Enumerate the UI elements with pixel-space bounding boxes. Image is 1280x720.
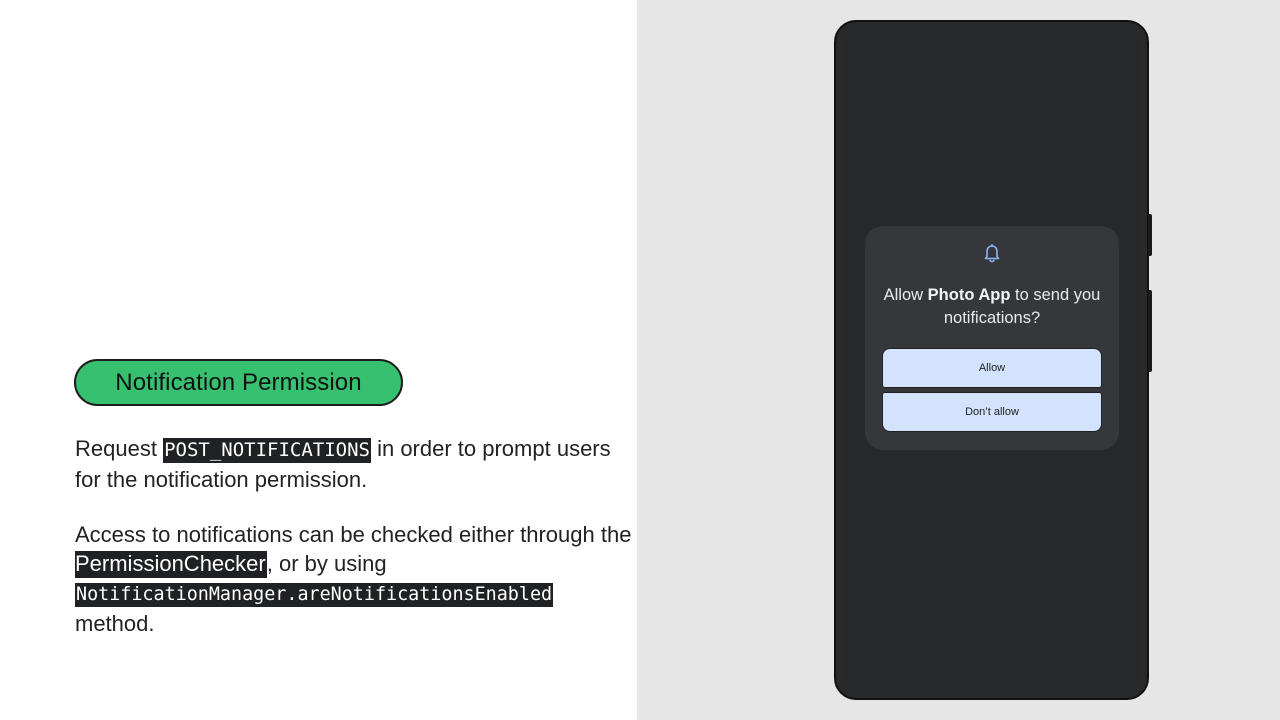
post-notifications-code: POST_NOTIFICATIONS xyxy=(163,438,371,463)
dialog-title-prefix: Allow xyxy=(883,286,928,304)
paragraph1-prefix: Request xyxy=(75,436,164,461)
paragraph2-prefix: Access to notifications can be checked e… xyxy=(75,522,632,547)
allow-button[interactable]: Allow xyxy=(882,348,1102,388)
paragraph2-suffix: method. xyxy=(75,611,155,636)
phone-power-button xyxy=(1148,214,1152,256)
bell-icon xyxy=(983,244,1001,264)
section-title-pill: Notification Permission xyxy=(74,359,403,406)
paragraph-access-check: Access to notifications can be checked e… xyxy=(75,520,635,638)
paragraph-post-notifications: Request POST_NOTIFICATIONS in order to p… xyxy=(75,434,635,494)
dialog-title: Allow Photo App to send you notification… xyxy=(875,284,1109,330)
notification-permission-dialog: Allow Photo App to send you notification… xyxy=(865,226,1119,450)
phone-volume-button xyxy=(1148,290,1152,372)
dialog-app-name: Photo App xyxy=(927,286,1011,304)
dont-allow-button[interactable]: Don’t allow xyxy=(882,392,1102,432)
left-panel: Notification Permission Request POST_NOT… xyxy=(0,0,637,720)
slide: Notification Permission Request POST_NOT… xyxy=(0,0,1280,720)
permission-checker-highlight: PermissionChecker xyxy=(75,551,267,578)
are-notifications-enabled-code: NotificationManager.areNotificationsEnab… xyxy=(75,583,554,607)
paragraph2-middle: , or by using xyxy=(266,551,387,576)
